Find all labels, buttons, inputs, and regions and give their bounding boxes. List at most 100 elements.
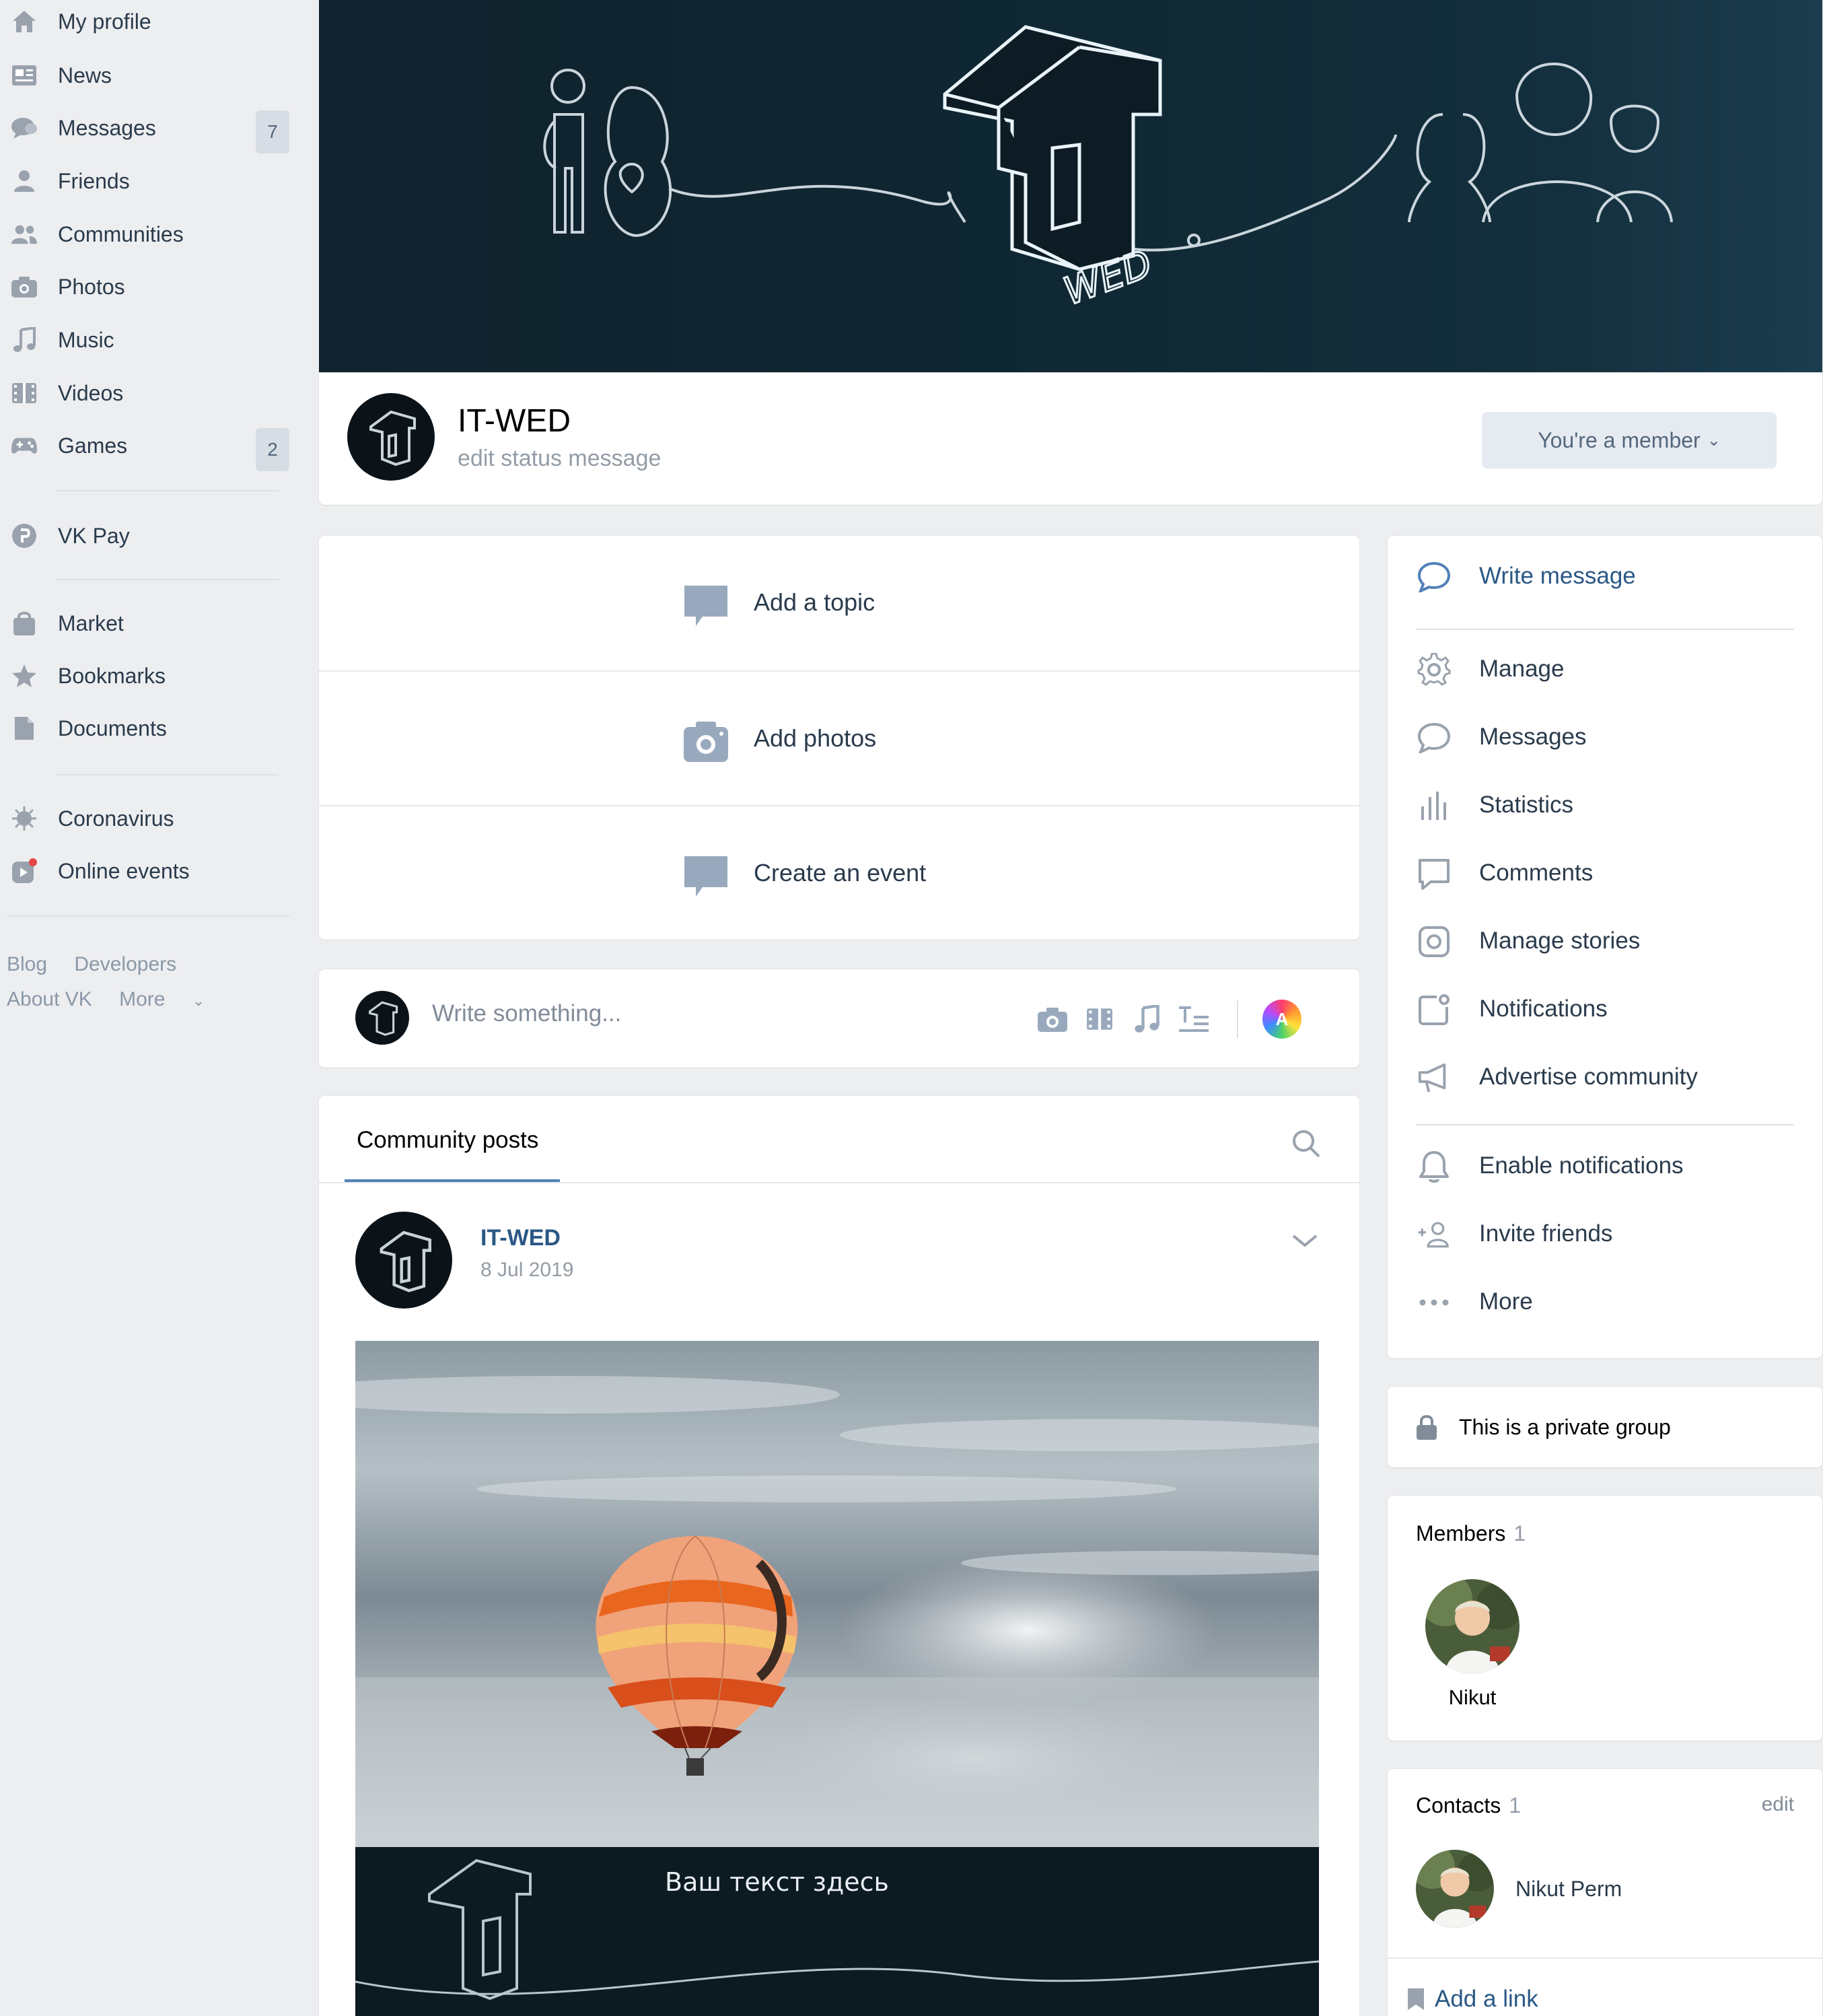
camera-icon[interactable] [1032, 999, 1073, 1039]
post-author-name[interactable]: IT-WED [480, 1225, 561, 1251]
add-topic-label: Add a topic [754, 588, 875, 616]
sidebar-divider [57, 490, 279, 491]
write-something-input[interactable]: Write something... [432, 1000, 621, 1027]
sidebar-divider [7, 915, 289, 917]
notifications-menu-item[interactable]: Notifications [1388, 975, 1822, 1043]
contact-avatar[interactable] [1416, 1850, 1494, 1928]
link-icon [1404, 1986, 1428, 2013]
chevron-down-icon: ⌄ [192, 992, 205, 1009]
sidebar-item-label: My profile [58, 9, 151, 34]
post-author-avatar[interactable] [355, 1212, 452, 1309]
create-event-label: Create an event [754, 859, 927, 887]
footer-developers-link[interactable]: Developers [74, 953, 176, 975]
sidebar-item-friends[interactable]: Friends [0, 160, 289, 203]
invite-friends-menu-item[interactable]: Invite friends [1388, 1200, 1822, 1267]
composer-avatar [355, 991, 409, 1045]
comments-menu-item[interactable]: Comments [1388, 839, 1822, 907]
footer-blog-link[interactable]: Blog [7, 953, 47, 975]
sidebar-item-documents[interactable]: Documents [0, 707, 289, 750]
tab-community-posts[interactable]: Community posts [357, 1127, 538, 1154]
invite-friends-label: Invite friends [1479, 1220, 1613, 1247]
news-icon [11, 62, 38, 89]
music-icon[interactable] [1127, 999, 1167, 1039]
search-icon[interactable] [1291, 1128, 1322, 1159]
sidebar-item-vk-pay[interactable]: VK Pay [0, 514, 289, 557]
article-icon[interactable] [1174, 999, 1214, 1039]
add-link-button[interactable]: Add a link [1435, 1986, 1538, 2013]
sidebar-item-label: Online events [58, 858, 190, 883]
sidebar-item-label: Messages [58, 115, 156, 140]
sidebar-item-messages[interactable]: Messages 7 [0, 106, 289, 153]
poster-icon[interactable]: A [1262, 1000, 1301, 1039]
chat-bubble-icon [1417, 560, 1451, 594]
footer-more-label: More [119, 988, 166, 1010]
advertise-community-menu-item[interactable]: Advertise community [1388, 1043, 1822, 1111]
post-date[interactable]: 8 Jul 2019 [480, 1259, 573, 1282]
gamepad-icon [11, 432, 38, 459]
home-icon [11, 8, 38, 35]
post-composer: Write something... A [319, 969, 1359, 1068]
video-icon[interactable] [1079, 999, 1120, 1039]
write-message-button[interactable]: Write message [1388, 543, 1822, 610]
messages-icon [11, 114, 38, 141]
sidebar-item-label: VK Pay [58, 523, 130, 548]
enable-notifications-menu-item[interactable]: Enable notifications [1388, 1132, 1822, 1200]
sidebar-item-communities[interactable]: Communities [0, 213, 289, 256]
composer-divider [1237, 1000, 1238, 1038]
sidebar-item-games[interactable]: Games 2 [0, 424, 289, 471]
sidebar-item-label: News [58, 63, 112, 88]
edit-status-link[interactable]: edit status message [458, 446, 661, 472]
statistics-menu-item[interactable]: Statistics [1388, 771, 1822, 839]
sidebar-item-label: Videos [58, 380, 124, 405]
manage-menu-item[interactable]: Manage [1388, 635, 1822, 703]
messages-count-badge: 7 [256, 110, 289, 153]
sidebar-item-label: Games [58, 433, 128, 458]
footer-more-link[interactable]: More ⌄ [119, 988, 205, 1010]
video-icon [11, 380, 38, 407]
add-photos-button[interactable]: Add photos [319, 672, 1359, 806]
create-event-button[interactable]: Create an event [319, 806, 1359, 941]
contacts-block: Contacts 1 edit Nikut Perm Add a link [1388, 1769, 1822, 2016]
sidebar-item-label: Bookmarks [58, 663, 166, 688]
manage-stories-menu-item[interactable]: Manage stories [1388, 907, 1822, 975]
footer-about-link[interactable]: About VK [7, 988, 92, 1010]
community-actions-menu: Write message Manage Messages Statistics… [1388, 536, 1822, 1358]
sidebar-item-coronavirus[interactable]: Coronavirus [0, 797, 289, 840]
messages-menu-item[interactable]: Messages [1388, 703, 1822, 771]
sidebar-item-music[interactable]: Music [0, 318, 289, 361]
contacts-edit-link[interactable]: edit [1762, 1793, 1794, 1816]
member-name[interactable]: Nikut [1388, 1685, 1557, 1710]
sidebar-item-photos[interactable]: Photos [0, 265, 289, 308]
sidebar-divider [57, 774, 279, 775]
sidebar-item-label: Communities [58, 221, 184, 246]
camera-icon [682, 718, 729, 765]
group-avatar[interactable] [347, 393, 435, 481]
manage-label: Manage [1479, 656, 1565, 682]
member-avatar[interactable] [1425, 1579, 1520, 1673]
sidebar-item-videos[interactable]: Videos [0, 372, 289, 415]
sidebar-item-online-events[interactable]: Online events [0, 849, 289, 893]
sidebar-item-market[interactable]: Market [0, 602, 289, 645]
add-user-icon [1417, 1218, 1451, 1251]
chat-bubble-icon [1417, 721, 1451, 755]
members-header[interactable]: Members 1 [1416, 1521, 1526, 1546]
sidebar-item-my-profile[interactable]: My profile [0, 0, 289, 43]
contact-name[interactable]: Nikut Perm [1515, 1877, 1622, 1902]
more-menu-item[interactable]: More [1388, 1268, 1822, 1335]
poster-letter: A [1275, 1008, 1289, 1029]
more-icon [1417, 1286, 1451, 1319]
manage-stories-label: Manage stories [1479, 928, 1641, 954]
sidebar-divider [57, 579, 279, 580]
banner-caption: Ваш текст здесь [665, 1867, 889, 1897]
comments-label: Comments [1479, 860, 1594, 886]
post-image[interactable]: Ваш текст здесь [355, 1341, 1319, 2016]
members-title: Members [1416, 1521, 1506, 1545]
contacts-header[interactable]: Contacts 1 [1416, 1793, 1521, 1818]
chevron-down-icon[interactable] [1288, 1230, 1322, 1251]
membership-dropdown-button[interactable]: You're a member ⌄ [1482, 412, 1777, 468]
games-count-badge: 2 [256, 428, 289, 471]
add-topic-button[interactable]: Add a topic [319, 536, 1359, 670]
sidebar-item-bookmarks[interactable]: Bookmarks [0, 654, 289, 697]
community-header: IT-WED edit status message You're a memb… [319, 373, 1822, 505]
sidebar-item-news[interactable]: News [0, 54, 289, 97]
